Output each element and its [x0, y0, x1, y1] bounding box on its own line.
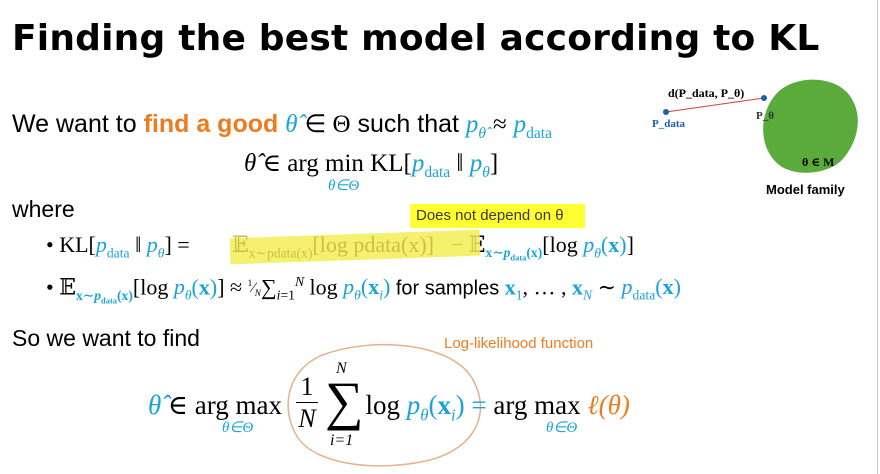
- approx-sign: ≈: [492, 111, 507, 138]
- kl-symbol: KL: [370, 150, 404, 177]
- p-theta-dot: [761, 95, 767, 101]
- note-text: Does not depend on θ: [416, 207, 564, 224]
- argmax-operator-2: arg max: [493, 390, 581, 420]
- theta-hat: θ̂: [285, 111, 298, 138]
- figure-ptheta-label: P_θ: [756, 110, 774, 122]
- statement-suffix: such that: [357, 110, 459, 138]
- bullet2-text: for samples: [395, 277, 500, 300]
- summation-sign: ∑: [325, 371, 364, 431]
- figure-pdata-label: P_data: [652, 118, 685, 130]
- slide-title: Finding the best model according to KL: [12, 18, 820, 59]
- argmin-operator: arg min: [287, 150, 364, 177]
- argmin-equation: θ̂ ∈ arg min KL[pdata ‖ pθ]: [244, 150, 499, 181]
- theta-hat-2: θ̂: [244, 150, 257, 177]
- figure-distance-label: d(P_data, P_θ): [668, 86, 745, 100]
- log-likelihood-symbol: ℓ(θ): [587, 390, 630, 420]
- so-we-want-label: So we want to find: [12, 325, 200, 351]
- sum-upper-limit: N: [336, 360, 347, 377]
- argmax-subscript-1: θ∈Θ: [222, 420, 254, 436]
- where-label: where: [12, 196, 75, 222]
- in-Theta: ∈ Θ: [304, 111, 351, 138]
- statement-highlight: find a good: [143, 110, 279, 138]
- figure-caption: Model family: [766, 182, 845, 197]
- p-data-dot: [663, 109, 669, 115]
- argmax-subscript-2: θ∈Θ: [546, 420, 578, 436]
- slide-border: [877, 0, 878, 474]
- statement-line: We want to find a good θ̂ ∈ Θ such that …: [12, 109, 552, 143]
- figure-set-label: θ ∈ M: [802, 155, 835, 169]
- p-data: pdata: [513, 111, 552, 142]
- crossed-out-term: 𝔼x∼pdata(x)[log pdata(x)]: [232, 232, 434, 261]
- argmin-subscript: θ∈Θ: [328, 178, 360, 194]
- bullet-monte-carlo: • 𝔼x∼pdata(x)[log pθ(x)] ≈ 1⁄N∑i=1N log …: [46, 274, 681, 306]
- statement-prefix: We want to: [12, 110, 137, 138]
- sum-lower-limit: i=1: [330, 432, 354, 449]
- fraction-one-over-n: 1 N: [296, 372, 318, 435]
- p-theta-hat: pθ̂: [465, 111, 487, 142]
- argmax-operator-1: arg max: [194, 390, 282, 420]
- theta-hat-3: θ̂: [148, 390, 162, 420]
